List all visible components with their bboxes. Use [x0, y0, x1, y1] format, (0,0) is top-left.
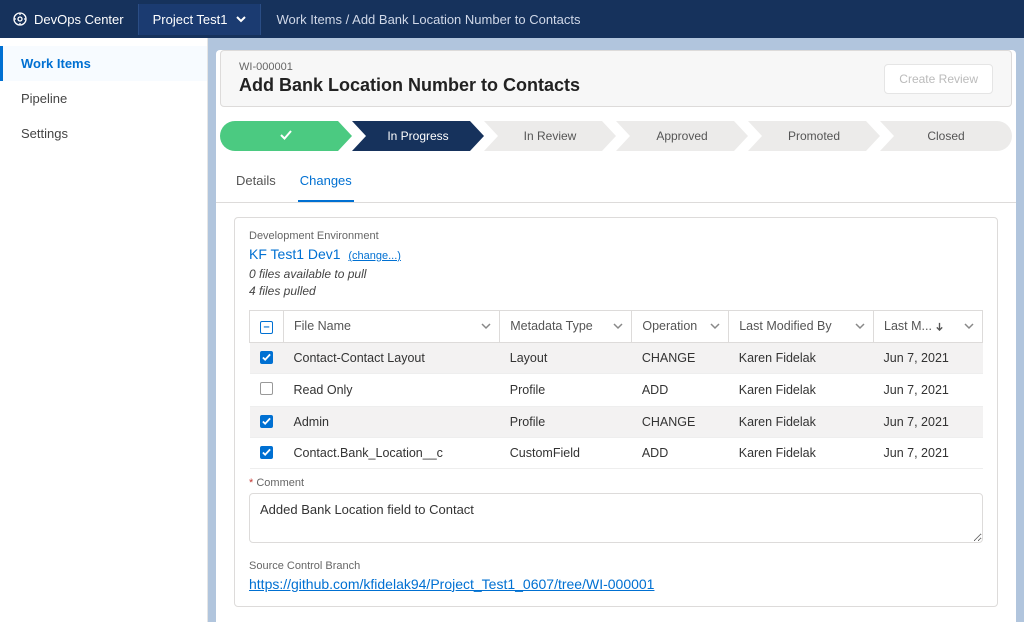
change-env-link[interactable]: (change...)	[348, 250, 401, 262]
cell-modifiedat: Jun 7, 2021	[874, 406, 983, 437]
cell-modifiedat: Jun 7, 2021	[874, 437, 983, 468]
table-row: AdminProfileCHANGEKaren FidelakJun 7, 20…	[250, 406, 983, 437]
cell-operation: CHANGE	[632, 406, 729, 437]
checkbox-icon[interactable]	[260, 446, 273, 459]
dev-env-label: Development Environment	[249, 230, 983, 242]
table-row: Contact.Bank_Location__cCustomFieldADDKa…	[250, 437, 983, 468]
files-pulled-text: 4 files pulled	[249, 283, 983, 300]
path-step-closed[interactable]: Closed	[880, 121, 1012, 151]
path-step-done[interactable]	[220, 121, 352, 151]
work-item-header: WI-000001 Add Bank Location Number to Co…	[220, 50, 1012, 107]
page-title: Add Bank Location Number to Contacts	[239, 75, 580, 96]
cell-operation: ADD	[632, 437, 729, 468]
chevron-down-icon	[710, 321, 720, 331]
breadcrumb: Work Items / Add Bank Location Number to…	[261, 12, 581, 27]
cell-metatype: Layout	[500, 342, 632, 373]
cell-operation: CHANGE	[632, 342, 729, 373]
brand: DevOps Center	[12, 11, 138, 27]
col-select-all[interactable]: –	[250, 310, 284, 342]
cell-metatype: Profile	[500, 406, 632, 437]
comment-label: * Comment	[249, 477, 983, 489]
path-step-approved[interactable]: Approved	[616, 121, 748, 151]
cell-modifiedat: Jun 7, 2021	[874, 373, 983, 406]
cell-metatype: CustomField	[500, 437, 632, 468]
sidebar-item-settings[interactable]: Settings	[0, 116, 207, 151]
cell-modifiedby: Karen Fidelak	[729, 406, 874, 437]
cell-filename: Admin	[284, 406, 500, 437]
arrow-down-icon	[935, 322, 944, 331]
comment-textarea[interactable]	[249, 493, 983, 543]
tab-changes[interactable]: Changes	[298, 161, 354, 202]
cell-filename: Contact-Contact Layout	[284, 342, 500, 373]
sidebar: Work Items Pipeline Settings	[0, 38, 208, 622]
path-step-in-review[interactable]: In Review	[484, 121, 616, 151]
devops-icon	[12, 11, 28, 27]
global-header: DevOps Center Project Test1 Work Items /…	[0, 0, 1024, 38]
col-modifiedat[interactable]: Last M...	[874, 310, 983, 342]
project-name: Project Test1	[153, 12, 228, 27]
files-available-text: 0 files available to pull	[249, 266, 983, 283]
path-step-promoted[interactable]: Promoted	[748, 121, 880, 151]
dev-env-name[interactable]: KF Test1 Dev1	[249, 246, 341, 262]
chevron-down-icon	[855, 321, 865, 331]
chevron-down-icon	[236, 14, 246, 24]
changes-panel: Development Environment KF Test1 Dev1 (c…	[234, 217, 998, 607]
cell-operation: ADD	[632, 373, 729, 406]
work-item-id: WI-000001	[239, 61, 580, 73]
cell-metatype: Profile	[500, 373, 632, 406]
cell-modifiedby: Karen Fidelak	[729, 342, 874, 373]
changes-table: – File Name Metadata Type Operation Last…	[249, 310, 983, 469]
brand-label: DevOps Center	[34, 12, 124, 27]
create-review-button[interactable]: Create Review	[884, 64, 993, 94]
chevron-down-icon	[481, 321, 491, 331]
col-metadata[interactable]: Metadata Type	[500, 310, 632, 342]
col-operation[interactable]: Operation	[632, 310, 729, 342]
tab-bar: Details Changes	[216, 161, 1016, 203]
breadcrumb-current: Add Bank Location Number to Contacts	[352, 12, 580, 27]
path-bar: In Progress In Review Approved Promoted …	[216, 115, 1016, 161]
cell-filename: Contact.Bank_Location__c	[284, 437, 500, 468]
check-icon	[279, 128, 293, 142]
table-row: Contact-Contact LayoutLayoutCHANGEKaren …	[250, 342, 983, 373]
tab-details[interactable]: Details	[234, 161, 278, 202]
checkbox-icon[interactable]	[260, 415, 273, 428]
branch-link[interactable]: https://github.com/kfidelak94/Project_Te…	[249, 576, 654, 592]
indeterminate-icon: –	[260, 321, 273, 334]
cell-modifiedat: Jun 7, 2021	[874, 342, 983, 373]
cell-modifiedby: Karen Fidelak	[729, 437, 874, 468]
table-row: Read OnlyProfileADDKaren FidelakJun 7, 2…	[250, 373, 983, 406]
chevron-down-icon	[613, 321, 623, 331]
cell-modifiedby: Karen Fidelak	[729, 373, 874, 406]
path-step-in-progress[interactable]: In Progress	[352, 121, 484, 151]
cell-filename: Read Only	[284, 373, 500, 406]
checkbox-icon[interactable]	[260, 382, 273, 395]
branch-label: Source Control Branch	[249, 560, 983, 572]
col-filename[interactable]: File Name	[284, 310, 500, 342]
sidebar-item-work-items[interactable]: Work Items	[0, 46, 207, 81]
project-picker[interactable]: Project Test1	[138, 4, 261, 35]
checkbox-icon[interactable]	[260, 351, 273, 364]
breadcrumb-root[interactable]: Work Items	[277, 12, 343, 27]
sidebar-item-pipeline[interactable]: Pipeline	[0, 81, 207, 116]
chevron-down-icon	[964, 321, 974, 331]
col-modifiedby[interactable]: Last Modified By	[729, 310, 874, 342]
